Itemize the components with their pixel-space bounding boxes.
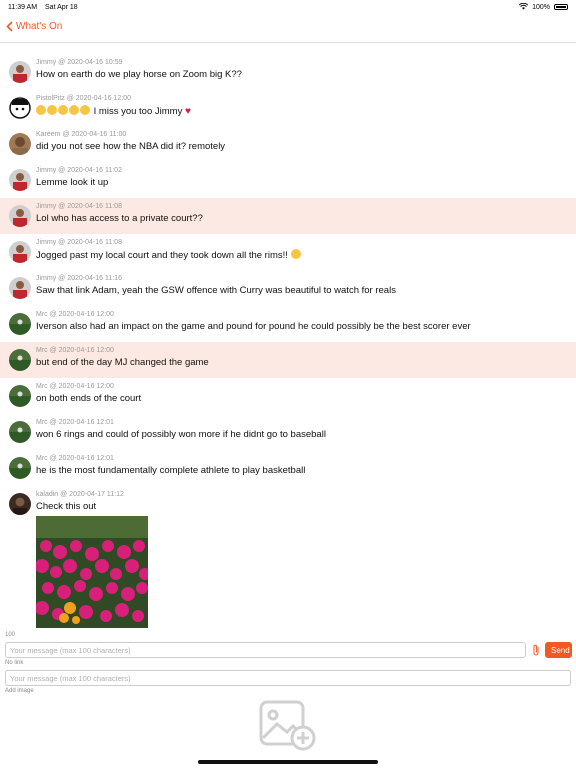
message-row: Jimmy @ 2020-04-16 11:16 Saw that link A…: [0, 270, 576, 306]
message-row-with-image: kaladin @ 2020-04-17 11:12 Check this ou…: [0, 486, 576, 628]
message-row: Mrc @ 2020-04-16 12:00 on both ends of t…: [0, 378, 576, 414]
message-meta: Mrc @ 2020-04-16 12:00: [36, 311, 114, 318]
avatar: [9, 385, 31, 407]
wifi-icon: [518, 2, 529, 12]
message-meta: Kareem @ 2020-04-16 11:00: [36, 131, 127, 138]
message-meta: Jimmy @ 2020-04-16 10:59: [36, 59, 123, 66]
laughing-emoji-icon: [36, 105, 46, 115]
message-text-wrap: I miss you too Jimmy ♥: [36, 105, 191, 117]
message-meta: Mrc @ 2020-04-16 12:00: [36, 383, 114, 390]
status-date: Sat Apr 18: [45, 3, 78, 11]
message-text: How on earth do we play horse on Zoom bi…: [36, 69, 242, 80]
message-text: won 6 rings and could of possibly won mo…: [36, 429, 326, 440]
message-text: Lol who has access to a private court??: [36, 213, 203, 224]
avatar: [9, 97, 31, 119]
battery-icon: [554, 4, 568, 10]
message-meta: Mrc @ 2020-04-16 12:00: [36, 347, 114, 354]
message-text: on both ends of the court: [36, 393, 142, 404]
message-text: Check this out: [36, 501, 97, 512]
message-meta: Mrc @ 2020-04-16 12:01: [36, 455, 114, 462]
back-button-label: What's On: [16, 21, 63, 32]
message-meta: kaladin @ 2020-04-17 11:12: [36, 491, 124, 498]
message-meta: Jimmy @ 2020-04-16 11:02: [36, 167, 122, 174]
laughing-emoji-icon: [69, 105, 79, 115]
send-button[interactable]: Send: [545, 642, 572, 658]
paperclip-icon[interactable]: [531, 644, 541, 656]
message-row: Mrc @ 2020-04-16 12:01 he is the most fu…: [0, 450, 576, 486]
message-row-highlighted: Mrc @ 2020-04-16 12:00 but end of the da…: [0, 342, 576, 378]
message-row: Jimmy @ 2020-04-16 11:02 Lemme look it u…: [0, 162, 576, 198]
avatar: [9, 421, 31, 443]
battery-percent: 100%: [532, 3, 550, 11]
message-meta: Jimmy @ 2020-04-16 11:08: [36, 203, 122, 210]
message-row: Mrc @ 2020-04-16 12:01 won 6 rings and c…: [0, 414, 576, 450]
message-text: but end of the day MJ changed the game: [36, 357, 209, 368]
add-image-icon: [259, 700, 316, 751]
add-image-button[interactable]: [257, 698, 319, 754]
back-button[interactable]: What's On: [6, 21, 62, 32]
message-text: he is the most fundamentally complete at…: [36, 465, 306, 476]
avatar: [9, 313, 31, 335]
message-row: PistolPitz @ 2020-04-16 12:00 I miss you…: [0, 90, 576, 126]
message-text: Jogged past my local court and they took…: [36, 250, 288, 261]
message-text: Iverson also had an impact on the game a…: [36, 321, 471, 332]
message-list[interactable]: Jimmy @ 2020-04-16 10:59 How on earth do…: [0, 42, 576, 632]
link-input[interactable]: [5, 670, 571, 686]
message-meta: Jimmy @ 2020-04-16 11:16: [36, 275, 122, 282]
message-text: Lemme look it up: [36, 177, 109, 188]
message-text: Saw that link Adam, yeah the GSW offence…: [36, 285, 396, 296]
status-time: 11:39 AM: [8, 3, 38, 11]
avatar: [9, 169, 31, 191]
no-link-label: No link: [5, 660, 24, 666]
status-bar: 11:39 AM Sat Apr 18 100%: [0, 0, 576, 14]
heart-emoji-icon: ♥: [184, 106, 191, 117]
avatar: [9, 277, 31, 299]
frowning-emoji-icon: [290, 249, 301, 259]
add-image-label: Add image: [5, 688, 34, 694]
message-row: Jimmy @ 2020-04-16 11:08 Jogged past my …: [0, 234, 576, 270]
message-input[interactable]: [5, 642, 526, 658]
message-text-wrap: Jogged past my local court and they took…: [36, 249, 302, 261]
avatar: [9, 349, 31, 371]
laughing-emoji-icon: [47, 105, 57, 115]
avatar: [9, 493, 31, 515]
avatar: [9, 205, 31, 227]
navigation-bar: What's On: [0, 14, 576, 43]
laughing-emoji-icon: [58, 105, 68, 115]
message-meta: Mrc @ 2020-04-16 12:01: [36, 419, 114, 426]
character-counter: 100: [5, 632, 16, 638]
message-text: I miss you too Jimmy: [93, 106, 183, 117]
chevron-left-icon: [6, 21, 13, 32]
avatar: [9, 457, 31, 479]
avatar: [9, 133, 31, 155]
message-row-highlighted: Jimmy @ 2020-04-16 11:08 Lol who has acc…: [0, 198, 576, 234]
message-text: did you not see how the NBA did it? remo…: [36, 141, 226, 152]
message-row: Mrc @ 2020-04-16 12:00 Iverson also had …: [0, 306, 576, 342]
home-indicator: [198, 760, 378, 764]
message-row: Jimmy @ 2020-04-16 10:59 How on earth do…: [0, 54, 576, 90]
message-meta: Jimmy @ 2020-04-16 11:08: [36, 239, 122, 246]
partial-message: [0, 42, 576, 54]
laughing-emoji-icon: [80, 105, 90, 115]
flower-photo[interactable]: [36, 516, 148, 628]
avatar: [9, 241, 31, 263]
message-meta: PistolPitz @ 2020-04-16 12:00: [36, 95, 132, 102]
avatar: [9, 61, 31, 83]
message-row: Kareem @ 2020-04-16 11:00 did you not se…: [0, 126, 576, 162]
